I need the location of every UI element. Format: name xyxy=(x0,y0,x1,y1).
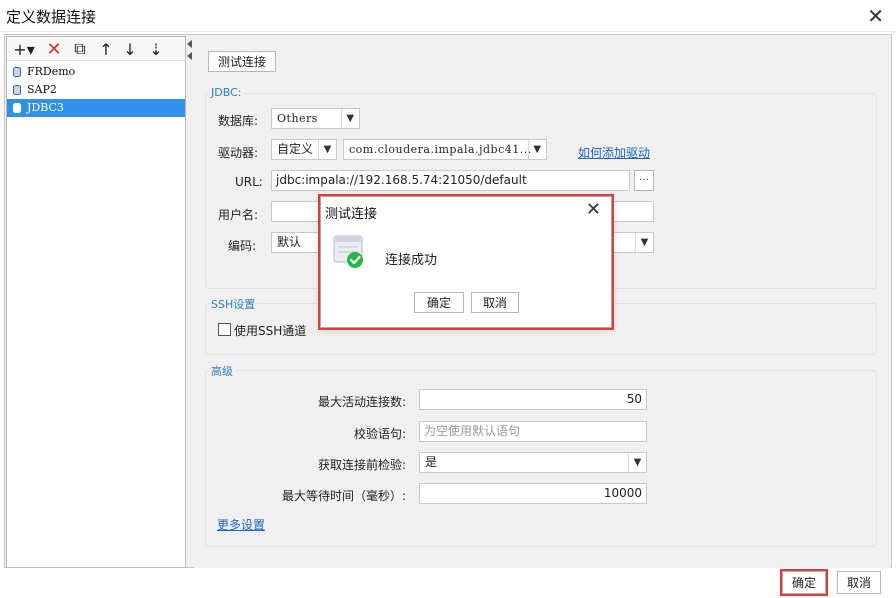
panel-splitter[interactable] xyxy=(187,36,193,568)
max-wait-input[interactable]: 10000 xyxy=(419,483,647,504)
use-ssh-label: 使用SSH通道 xyxy=(234,324,307,338)
chevron-down-icon: ▼ xyxy=(528,140,546,159)
advanced-group-title: 高级 xyxy=(209,363,235,379)
window-close-icon[interactable]: ✕ xyxy=(867,4,884,28)
dialog-close-icon[interactable]: ✕ xyxy=(586,199,601,220)
use-ssh-checkbox[interactable] xyxy=(218,323,231,336)
connection-item-jdbc3[interactable]: JDBC3 xyxy=(7,99,185,117)
add-connection-icon[interactable]: +▾ xyxy=(11,39,37,59)
url-input[interactable]: jdbc:impala://192.168.5.74:21050/default xyxy=(271,170,630,191)
test-connection-dialog: 测试连接 ✕ 连接成功 确定 取消 xyxy=(320,196,612,328)
add-driver-link[interactable]: 如何添加驱动 xyxy=(578,144,650,161)
max-active-label: 最大活动连接数: xyxy=(317,395,406,409)
window-title: 定义数据连接 xyxy=(6,8,97,26)
ok-button[interactable]: 确定 xyxy=(782,571,826,594)
database-select[interactable]: Others ▼ xyxy=(271,108,360,129)
cancel-button[interactable]: 取消 xyxy=(837,571,881,594)
chevron-down-icon: ▼ xyxy=(635,233,653,252)
driver-class-select[interactable]: com.cloudera.impala.jdbc41... ▼ xyxy=(343,139,547,160)
driver-class-value: com.cloudera.impala.jdbc41... xyxy=(349,143,532,156)
connection-sidebar: +▾ ✕ ⧉ ↑ ↓ ⇣ FRDemo SAP2 JDBC3 xyxy=(6,36,186,568)
chevron-down-icon: ▼ xyxy=(628,453,646,472)
dialog-ok-button[interactable]: 确定 xyxy=(414,292,464,313)
username-label: 用户名: xyxy=(218,208,259,222)
chevron-down-icon: ▼ xyxy=(341,109,359,128)
max-wait-label: 最大等待时间（毫秒）: xyxy=(281,489,406,503)
encoding-value: 默认 xyxy=(277,235,302,249)
connection-toolbar: +▾ ✕ ⧉ ↑ ↓ ⇣ xyxy=(7,37,185,61)
dialog-message: 连接成功 xyxy=(385,253,438,268)
driver-mode-select[interactable]: 自定义 ▼ xyxy=(271,139,337,160)
driver-label: 驱动器: xyxy=(218,146,259,160)
sort-icon[interactable]: ⇣ xyxy=(145,39,167,59)
connection-name: FRDemo xyxy=(27,65,76,78)
validation-query-input[interactable]: 为空使用默认语句 xyxy=(419,421,647,442)
test-before-select[interactable]: 是 ▼ xyxy=(419,452,647,473)
collapse-left-icon-2[interactable] xyxy=(187,52,192,60)
connection-success-icon xyxy=(333,235,363,268)
database-icon xyxy=(13,67,21,77)
connection-name: SAP2 xyxy=(27,83,57,96)
test-connection-button[interactable]: 测试连接 xyxy=(208,51,276,72)
dialog-title: 测试连接 xyxy=(325,207,378,222)
connection-item-frdemo[interactable]: FRDemo xyxy=(7,63,185,81)
validation-query-label: 校验语句: xyxy=(353,427,406,441)
collapse-left-icon[interactable] xyxy=(187,40,192,48)
url-more-button[interactable]: ··· xyxy=(634,170,654,191)
connection-item-sap2[interactable]: SAP2 xyxy=(7,81,185,99)
window-titlebar: 定义数据连接 ✕ xyxy=(0,0,896,32)
jdbc-group-title: JDBC: xyxy=(209,86,244,99)
ssh-group-title: SSH设置 xyxy=(209,296,258,312)
encoding-label: 编码: xyxy=(228,239,257,253)
database-icon xyxy=(13,85,21,95)
delete-connection-icon[interactable]: ✕ xyxy=(43,39,65,60)
move-up-icon[interactable]: ↑ xyxy=(95,39,117,59)
dialog-cancel-button[interactable]: 取消 xyxy=(471,292,519,313)
max-active-input[interactable]: 50 xyxy=(419,389,647,410)
test-before-label: 获取连接前检验: xyxy=(317,458,406,472)
driver-mode-value: 自定义 xyxy=(277,142,314,156)
database-value: Others xyxy=(277,112,318,125)
chevron-down-icon: ▼ xyxy=(318,140,336,159)
url-label: URL: xyxy=(235,175,263,189)
database-icon xyxy=(13,103,21,113)
copy-connection-icon[interactable]: ⧉ xyxy=(69,39,91,59)
connection-name: JDBC3 xyxy=(27,101,64,114)
move-down-icon[interactable]: ↓ xyxy=(119,39,141,59)
more-settings-link[interactable]: 更多设置 xyxy=(217,516,265,533)
database-label: 数据库: xyxy=(218,114,259,128)
connection-list: FRDemo SAP2 JDBC3 xyxy=(7,63,185,117)
test-before-value: 是 xyxy=(425,455,438,469)
